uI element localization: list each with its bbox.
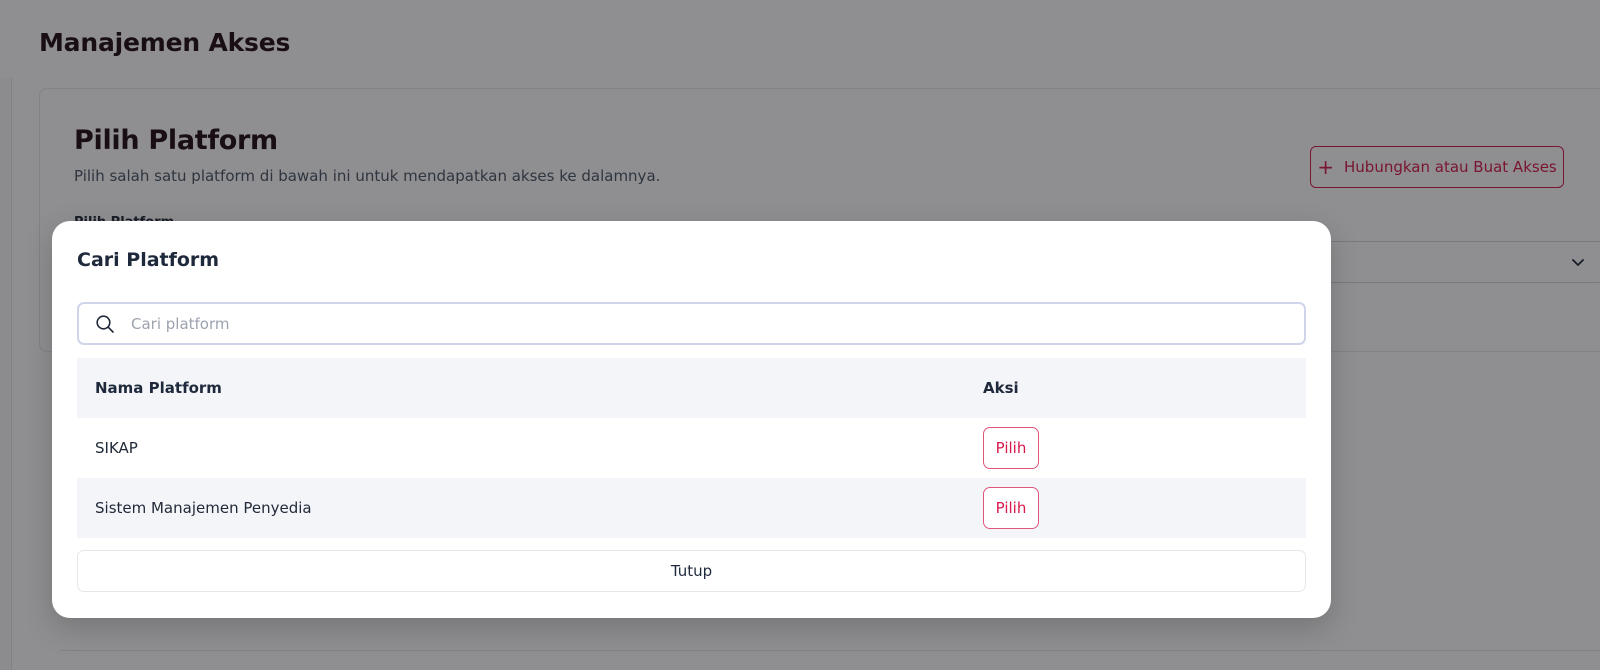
platform-name: Sistem Manajemen Penyedia [95,499,312,517]
search-field[interactable] [77,302,1306,345]
select-platform-button[interactable]: Pilih [983,487,1039,529]
modal-title: Cari Platform [77,249,220,271]
platform-name: SIKAP [95,439,138,457]
action-cell: Pilih [983,487,1039,529]
column-header-name: Nama Platform [95,379,222,397]
action-cell: Pilih [983,427,1039,469]
table-row: SIKAP Pilih [77,418,1306,478]
table-header-row: Nama Platform Aksi [77,358,1306,418]
platform-table: Nama Platform Aksi SIKAP Pilih Sistem Ma… [77,358,1306,538]
search-icon [96,315,114,333]
column-header-action: Aksi [983,379,1019,397]
search-platform-modal: Cari Platform Nama Platform Aksi SIKAP P… [52,221,1331,618]
select-platform-button[interactable]: Pilih [983,427,1039,469]
search-input[interactable] [131,309,1291,338]
table-row: Sistem Manajemen Penyedia Pilih [77,478,1306,538]
close-button[interactable]: Tutup [77,550,1306,592]
page: Manajemen Akses Pilih Platform Pilih sal… [0,0,1600,670]
